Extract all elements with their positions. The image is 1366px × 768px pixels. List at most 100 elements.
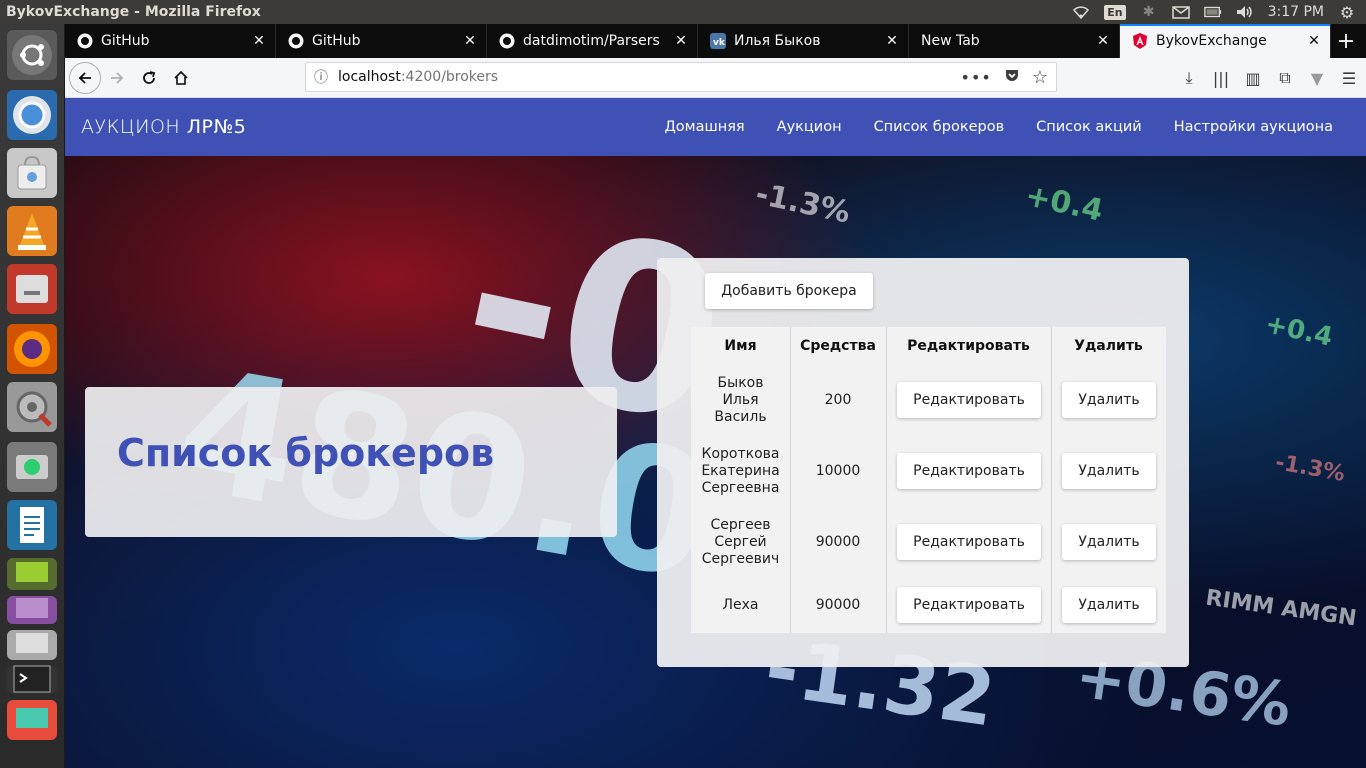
software-center-icon[interactable]: [7, 148, 57, 198]
github-icon: [77, 33, 93, 49]
wifi-icon[interactable]: [1072, 4, 1090, 20]
broker-funds-cell: 200: [824, 392, 852, 408]
trash-stack-icon[interactable]: [7, 700, 57, 740]
close-icon[interactable]: ✕: [251, 33, 267, 49]
app-stack-icon[interactable]: [7, 558, 57, 590]
angular-icon: [1132, 33, 1148, 49]
bookmark-star-icon[interactable]: ☆: [1032, 67, 1048, 88]
broker-funds-cell: 10000: [815, 463, 861, 479]
home-button[interactable]: [165, 62, 197, 94]
extension-icon[interactable]: ▼: [1306, 69, 1328, 88]
broker-name-cell: Сергеев Сергей Сергеевич: [701, 517, 780, 567]
chromium-icon[interactable]: [7, 90, 57, 140]
broker-funds-cell: 90000: [815, 534, 861, 550]
window-title: BykovExchange - Mozilla Firefox: [6, 4, 261, 20]
delete-broker-button[interactable]: Удалить: [1062, 453, 1156, 489]
column-header-delete: Удалить: [1074, 338, 1143, 354]
tab-label: New Tab: [921, 33, 980, 49]
edit-broker-button[interactable]: Редактировать: [897, 382, 1041, 418]
tab-label: datdimotim/Parsers: [523, 33, 660, 49]
vk-icon: vk: [710, 33, 726, 49]
ubuntu-dash-icon[interactable]: [7, 30, 57, 80]
forward-button[interactable]: [101, 62, 133, 94]
reload-button[interactable]: [133, 62, 165, 94]
files-icon[interactable]: [7, 264, 57, 314]
tab-bykov-exchange[interactable]: BykovExchange ✕: [1120, 24, 1331, 58]
broker-name-cell: Короткова Екатерина Сергеевна: [701, 446, 780, 496]
nav-link-auction[interactable]: Аукцион: [761, 119, 858, 135]
edit-broker-button[interactable]: Редактировать: [897, 453, 1041, 489]
close-icon[interactable]: ✕: [1306, 33, 1322, 49]
delete-broker-button[interactable]: Удалить: [1062, 382, 1156, 418]
disk-usage-icon[interactable]: [7, 442, 57, 492]
tab-label: Илья Быков: [734, 33, 821, 49]
brand-suffix: ЛР№5: [186, 116, 247, 138]
menu-icon[interactable]: ☰: [1338, 69, 1360, 88]
screenshot-icon[interactable]: ⧉: [1274, 68, 1296, 88]
writer-icon[interactable]: [7, 500, 57, 550]
column-divider: [886, 327, 887, 633]
brokers-card: Добавить брокера Имя Средства Редактиров…: [657, 258, 1189, 667]
firefox-icon[interactable]: [7, 324, 57, 374]
bluetooth-icon[interactable]: ✱: [1140, 4, 1158, 20]
tab-vk-profile[interactable]: vk Илья Быков ✕: [698, 24, 909, 58]
brokers-table: Имя Средства Редактировать Удалить Быков…: [691, 327, 1166, 633]
close-icon[interactable]: ✕: [673, 33, 689, 49]
url-bar[interactable]: ⓘ localhost:4200/brokers ••• ☆: [305, 62, 1057, 92]
keyboard-layout-indicator[interactable]: En: [1104, 4, 1126, 20]
battery-icon[interactable]: [1203, 4, 1222, 20]
top-panel: BykovExchange - Mozilla Firefox En ✱ 3:1…: [0, 0, 1366, 24]
app-stack-3-icon[interactable]: [7, 630, 57, 660]
navigation-toolbar: ⓘ localhost:4200/brokers ••• ☆ ⤓ ||| ▥ ⧉…: [65, 58, 1366, 98]
edit-broker-button[interactable]: Редактировать: [897, 587, 1041, 623]
add-broker-button[interactable]: Добавить брокера: [705, 273, 873, 309]
nav-links: Домашняя Аукцион Список брокеров Список …: [648, 119, 1366, 135]
page-title: Список брокеров: [117, 431, 495, 475]
tab-github-1[interactable]: GitHub ✕: [65, 24, 276, 58]
terminal-icon[interactable]: [7, 665, 57, 694]
app-navbar: АУКЦИОН ЛР№5 Домашняя Аукцион Список бро…: [65, 98, 1366, 156]
column-header-name: Имя: [724, 338, 757, 354]
delete-broker-button[interactable]: Удалить: [1062, 524, 1156, 560]
github-icon: [499, 33, 515, 49]
clock[interactable]: 3:17 PM: [1268, 4, 1324, 20]
close-icon[interactable]: ✕: [462, 33, 478, 49]
downloads-icon[interactable]: ⤓: [1178, 68, 1200, 88]
column-divider: [1051, 327, 1052, 633]
page-actions-icon[interactable]: •••: [961, 68, 992, 87]
app-stack-2-icon[interactable]: [7, 596, 57, 624]
edit-broker-button[interactable]: Редактировать: [897, 524, 1041, 560]
tab-new-tab[interactable]: New Tab ✕: [909, 24, 1120, 58]
nav-link-brokers[interactable]: Список брокеров: [858, 119, 1021, 135]
system-tray: En ✱ 3:17 PM ⚙: [1072, 3, 1366, 22]
tab-parsers[interactable]: datdimotim/Parsers ✕: [487, 24, 698, 58]
back-button[interactable]: [69, 61, 101, 94]
tab-label: GitHub: [101, 33, 150, 49]
url-host: localhost: [338, 69, 401, 85]
pocket-icon[interactable]: [1004, 67, 1020, 87]
column-header-funds: Средства: [800, 338, 876, 354]
library-icon[interactable]: |||: [1210, 69, 1232, 88]
sidebar-icon[interactable]: ▥: [1242, 69, 1264, 88]
hero-panel: Список брокеров: [85, 387, 617, 537]
volume-icon[interactable]: [1236, 4, 1254, 20]
brand-logo[interactable]: АУКЦИОН ЛР№5: [65, 116, 246, 138]
system-settings-icon[interactable]: [7, 382, 57, 432]
nav-link-stocks[interactable]: Список акций: [1020, 119, 1158, 135]
column-header-edit: Редактировать: [907, 338, 1030, 354]
vlc-icon[interactable]: [7, 206, 57, 256]
nav-link-home[interactable]: Домашняя: [648, 119, 760, 135]
info-icon[interactable]: ⓘ: [314, 67, 328, 87]
settings-gear-icon[interactable]: ⚙: [1338, 3, 1356, 22]
svg-text:vk: vk: [713, 38, 726, 48]
delete-broker-button[interactable]: Удалить: [1062, 587, 1156, 623]
broker-name-cell: Леха: [722, 597, 759, 613]
close-icon[interactable]: ✕: [884, 33, 900, 49]
mail-icon[interactable]: [1171, 4, 1190, 20]
close-icon[interactable]: ✕: [1095, 33, 1111, 49]
broker-name-cell: Быков Илья Василь: [714, 375, 767, 425]
nav-link-auction-settings[interactable]: Настройки аукциона: [1158, 119, 1349, 135]
tab-github-2[interactable]: GitHub ✕: [276, 24, 487, 58]
url-path: :4200/brokers: [400, 69, 499, 85]
new-tab-button[interactable]: +: [1331, 24, 1361, 58]
